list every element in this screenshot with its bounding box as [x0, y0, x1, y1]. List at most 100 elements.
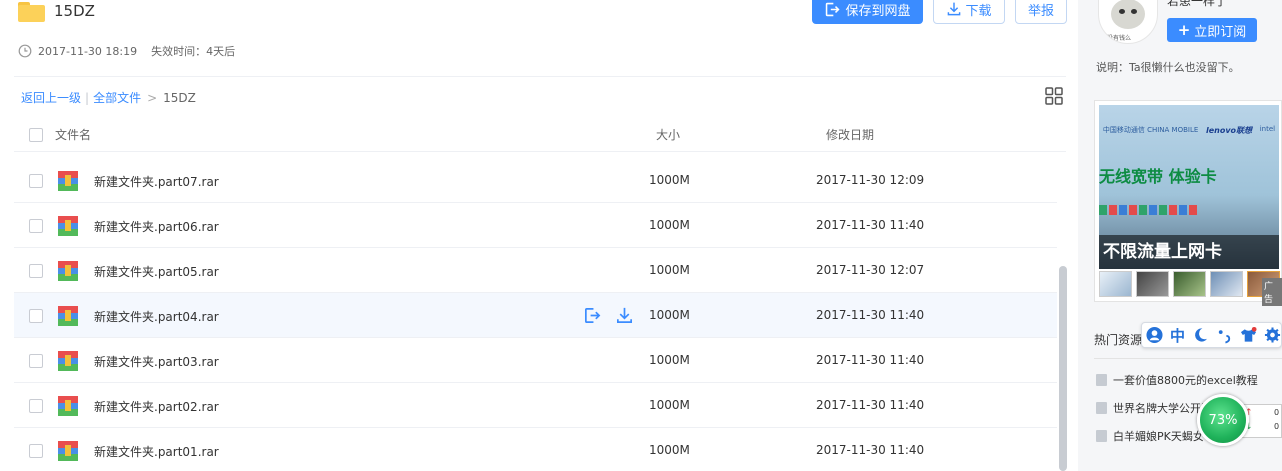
file-table-header: 文件名 大小 修改日期: [14, 114, 1066, 152]
table-row[interactable]: 新建文件夹.part02.rar 1000M 2017-11-30 11:40: [14, 383, 1057, 428]
user-name[interactable]: 若患一样了: [1167, 0, 1227, 9]
row-checkbox[interactable]: [29, 444, 43, 458]
main-panel: 15DZ 保存到网盘 下载 举报 2017-11-30 18:19 失效时间：4…: [0, 0, 1078, 471]
table-row-hovered[interactable]: 新建文件夹.part04.rar 1000M 2017-11-30 11:40: [14, 293, 1057, 338]
ime-toolbar: 中: [1141, 322, 1282, 348]
file-size: 1000M: [649, 173, 690, 187]
ad-thumbnails: [1099, 271, 1280, 297]
file-size: 1000M: [649, 353, 690, 367]
punctuation-icon[interactable]: [1216, 326, 1233, 344]
table-row[interactable]: 新建文件夹.part05.rar 1000M 2017-11-30 12:07: [14, 248, 1057, 293]
file-name[interactable]: 新建文件夹.part03.rar: [94, 353, 219, 370]
file-date: 2017-11-30 11:40: [816, 308, 925, 322]
ad-headline: 不限流量上网卡: [1099, 235, 1279, 269]
select-all-checkbox[interactable]: [29, 128, 43, 142]
file-name[interactable]: 新建文件夹.part01.rar: [94, 443, 219, 460]
hot-resource-label: 白羊媚娘PK天蝎女: [1113, 430, 1204, 443]
row-download-icon[interactable]: [615, 306, 634, 325]
folder-title: 15DZ: [54, 2, 95, 20]
settings-gear-icon[interactable]: [1264, 326, 1281, 344]
document-icon: [1096, 430, 1107, 442]
grid-view-icon[interactable]: [1045, 87, 1063, 105]
moon-icon[interactable]: [1192, 326, 1209, 344]
ad-decorative-tiles: [1099, 205, 1197, 215]
ad-band-text: 无线宽带 体验卡: [1099, 167, 1217, 186]
avatar-caption: 没有钱么: [1107, 35, 1132, 42]
column-header-size[interactable]: 大小: [656, 126, 680, 143]
column-header-date[interactable]: 修改日期: [826, 126, 874, 143]
table-row[interactable]: 新建文件夹.part01.rar 1000M 2017-11-30 11:40: [14, 428, 1057, 471]
ime-user-icon[interactable]: [1146, 326, 1163, 344]
ad-banner[interactable]: 中国移动通信 CHINA MOBILE lenovo联想 intel 无线宽带 …: [1094, 100, 1282, 302]
share-meta: 2017-11-30 18:19 失效时间：4天后: [18, 43, 235, 59]
folder-icon: [18, 2, 45, 22]
subscribe-button[interactable]: + 立即订阅: [1167, 18, 1257, 42]
hot-resource-item[interactable]: 世界名牌大学公开课: [1096, 400, 1212, 416]
row-checkbox[interactable]: [29, 219, 43, 233]
file-size: 1000M: [649, 398, 690, 412]
hot-resource-item[interactable]: 一套价值8800元的excel教程: [1096, 372, 1258, 388]
ad-brand-lenovo: lenovo联想: [1205, 126, 1253, 135]
ad-thumbnail[interactable]: [1136, 271, 1169, 297]
rar-archive-icon: [58, 306, 78, 326]
row-actions: [583, 306, 634, 325]
ad-brand-logos: 中国移动通信 CHINA MOBILE lenovo联想 intel: [1099, 125, 1279, 136]
file-name[interactable]: 新建文件夹.part04.rar: [94, 308, 219, 325]
expire-time: 失效时间：4天后: [151, 45, 236, 58]
breadcrumb-all-files-link[interactable]: 全部文件: [93, 89, 141, 106]
ad-image[interactable]: 中国移动通信 CHINA MOBILE lenovo联想 intel 无线宽带 …: [1099, 105, 1279, 269]
file-date: 2017-11-30 11:40: [816, 398, 925, 412]
hot-resource-item[interactable]: 白羊媚娘PK天蝎女: [1096, 428, 1204, 444]
ad-thumbnail[interactable]: [1210, 271, 1243, 297]
rar-archive-icon: [58, 171, 78, 191]
row-checkbox[interactable]: [29, 354, 43, 368]
user-description: 说明：Ta很懒什么也没留下。: [1096, 61, 1240, 74]
file-name[interactable]: 新建文件夹.part02.rar: [94, 398, 219, 415]
hot-resources-divider: [1094, 358, 1282, 359]
table-row[interactable]: 新建文件夹.part06.rar 1000M 2017-11-30 11:40: [14, 203, 1057, 248]
breadcrumb-current: 15DZ: [163, 90, 196, 105]
save-label: 保存到网盘: [845, 3, 911, 19]
breadcrumb-separator: |: [85, 90, 90, 105]
row-checkbox[interactable]: [29, 399, 43, 413]
download-label: 下载: [965, 3, 992, 19]
download-icon: [948, 2, 961, 16]
file-size: 1000M: [649, 263, 690, 277]
ad-thumbnail[interactable]: [1173, 271, 1206, 297]
breadcrumb-back-link[interactable]: 返回上一级: [21, 89, 81, 106]
memory-usage-ball[interactable]: 73%: [1197, 394, 1249, 446]
row-checkbox[interactable]: [29, 309, 43, 323]
share-time: 2017-11-30 18:19: [38, 44, 138, 58]
file-name[interactable]: 新建文件夹.part06.rar: [94, 218, 219, 235]
skin-shirt-icon[interactable]: [1240, 326, 1257, 344]
file-name[interactable]: 新建文件夹.part05.rar: [94, 263, 219, 280]
ad-brand-intel: intel: [1259, 125, 1276, 133]
file-date: 2017-11-30 12:09: [816, 173, 925, 187]
file-list-scrollbar[interactable]: [1059, 266, 1067, 471]
row-checkbox[interactable]: [29, 174, 43, 188]
document-icon: [1096, 402, 1107, 414]
table-row[interactable]: 新建文件夹.part07.rar 1000M 2017-11-30 12:09: [14, 158, 1057, 203]
row-save-to-disk-icon[interactable]: [583, 306, 602, 325]
ad-thumbnail[interactable]: [1099, 271, 1132, 297]
file-name[interactable]: 新建文件夹.part07.rar: [94, 173, 219, 190]
hot-resource-label: 一套价值8800元的excel教程: [1113, 374, 1258, 387]
ad-label: 广告: [1262, 278, 1282, 306]
table-row[interactable]: 新建文件夹.part03.rar 1000M 2017-11-30 11:40: [14, 338, 1057, 383]
column-header-name[interactable]: 文件名: [55, 126, 91, 143]
breadcrumb-chevron: >: [147, 90, 158, 105]
breadcrumb: 返回上一级 | 全部文件 > 15DZ: [21, 89, 196, 106]
save-to-netdisk-button[interactable]: 保存到网盘: [812, 0, 923, 24]
file-date: 2017-11-30 11:40: [816, 443, 925, 457]
row-checkbox[interactable]: [29, 264, 43, 278]
ime-chinese-mode[interactable]: 中: [1170, 325, 1185, 346]
rar-archive-icon: [58, 396, 78, 416]
rar-archive-icon: [58, 441, 78, 461]
report-button[interactable]: 举报: [1015, 0, 1067, 24]
download-button[interactable]: 下载: [933, 0, 1005, 24]
download-speed: 0: [1274, 422, 1280, 431]
file-size: 1000M: [649, 443, 690, 457]
file-size: 1000M: [649, 308, 690, 322]
clock-icon: [18, 44, 32, 58]
subscribe-label: 立即订阅: [1194, 24, 1247, 40]
